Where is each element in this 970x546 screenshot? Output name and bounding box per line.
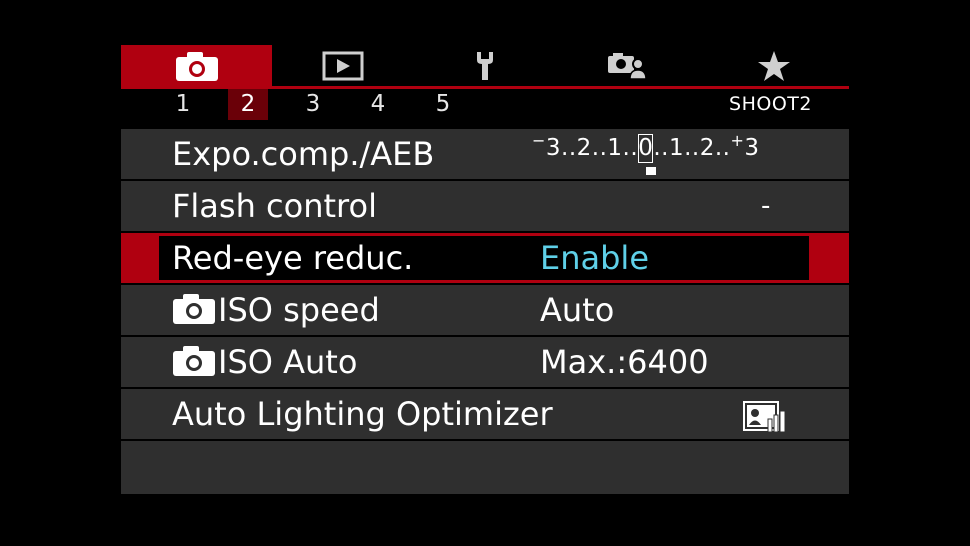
wrench-icon	[477, 51, 493, 80]
menu-row-flash-control[interactable]: Flash control -	[121, 181, 849, 231]
menu-row-iso-auto[interactable]: ISO Auto Max.:6400	[121, 337, 849, 387]
custom-camera-icon	[608, 52, 647, 80]
menu-row-empty	[121, 441, 849, 494]
menu-row-label-text: ISO speed	[218, 291, 380, 329]
camera-menu: 1 2 3 4 5 SHOOT2 Expo.comp./AEB −3..2..1…	[121, 45, 849, 494]
page-title: SHOOT2	[729, 93, 812, 115]
exposure-scale: −3..2..1..0 ..1..2..+3	[532, 131, 760, 175]
menu-row-red-eye[interactable]: Red-eye reduc. Enable	[121, 233, 849, 283]
category-tab-bar	[121, 45, 849, 86]
camera-icon	[173, 346, 215, 376]
menu-row-label: Expo.comp./AEB	[172, 135, 435, 173]
menu-row-expo-comp[interactable]: Expo.comp./AEB −3..2..1..0 ..1..2..+3	[121, 129, 849, 179]
tab-my-menu[interactable]	[698, 45, 849, 86]
menu-row-label: ISO speed	[172, 285, 380, 335]
scale-zero: 0	[638, 134, 654, 163]
scale-right: ..1..2..	[653, 135, 731, 161]
menu-row-label: Flash control	[172, 187, 377, 225]
tab-playback[interactable]	[272, 45, 414, 86]
scale-end: 3	[744, 135, 760, 161]
tab-shooting[interactable]	[121, 45, 272, 86]
camera-icon	[173, 294, 215, 324]
page-tabs: 1 2 3 4 5 SHOOT2	[121, 89, 849, 120]
page-tab-5[interactable]: 5	[423, 89, 463, 120]
scale-plus: +	[730, 131, 745, 150]
menu-row-value: Max.:6400	[540, 343, 709, 381]
page-tab-4[interactable]: 4	[358, 89, 398, 120]
page-tab-3[interactable]: 3	[293, 89, 333, 120]
page-tab-2[interactable]: 2	[228, 89, 268, 120]
menu-row-value: Enable	[540, 239, 649, 277]
camera-icon	[175, 51, 218, 81]
tab-custom-functions[interactable]	[556, 45, 698, 86]
page-tab-1[interactable]: 1	[163, 89, 203, 120]
auto-lighting-optimizer-icon	[743, 401, 786, 433]
menu-row-iso-speed[interactable]: ISO speed Auto	[121, 285, 849, 335]
exposure-cursor	[646, 167, 656, 175]
scale-left: 3..2..1..	[545, 135, 639, 161]
star-icon	[757, 50, 790, 81]
menu-row-auto-lighting-optimizer[interactable]: Auto Lighting Optimizer	[121, 389, 849, 439]
playback-icon	[322, 51, 364, 80]
menu-row-label-text: ISO Auto	[218, 343, 358, 381]
menu-row-value: -	[761, 191, 771, 221]
menu-row-label: Auto Lighting Optimizer	[172, 395, 553, 433]
tab-setup[interactable]	[414, 45, 556, 86]
scale-minus: −	[532, 131, 546, 150]
menu-row-label: ISO Auto	[172, 337, 357, 387]
menu-row-label: Red-eye reduc.	[172, 239, 414, 277]
menu-row-value: Auto	[540, 291, 615, 329]
